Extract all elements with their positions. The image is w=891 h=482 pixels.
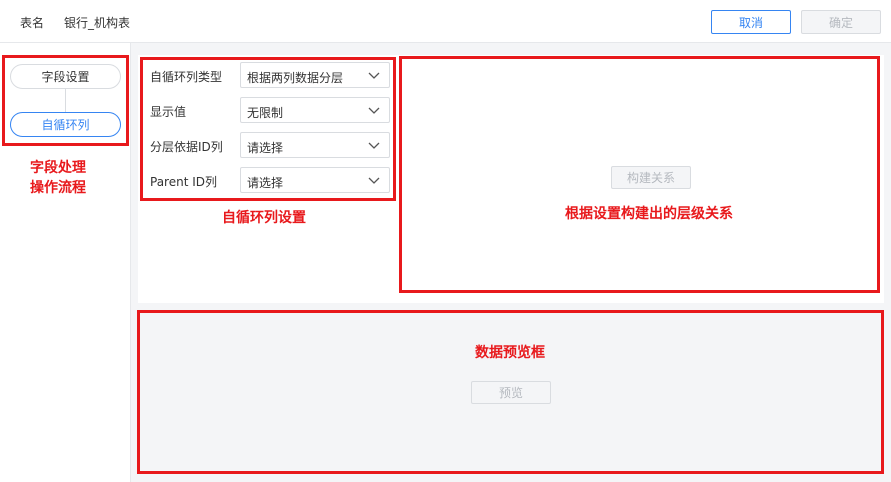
table-name-label: 表名 [20, 16, 45, 30]
annotation-box-config [140, 57, 396, 201]
annotation-box-relation [399, 56, 880, 293]
confirm-button[interactable]: 确定 [801, 10, 881, 34]
annotation-relation: 根据设置构建出的层级关系 [565, 206, 733, 222]
cancel-button[interactable]: 取消 [711, 10, 791, 34]
annotation-box-steps [2, 55, 129, 146]
annotation-box-preview [137, 310, 884, 474]
annotation-flow-line2: 操作流程 [30, 180, 86, 196]
annotation-flow-line1: 字段处理 [30, 160, 86, 176]
annotation-config: 自循环列设置 [222, 210, 306, 226]
header-bar: 表名 银行_机构表 取消 确定 [0, 0, 891, 43]
annotation-preview: 数据预览框 [475, 345, 545, 361]
table-name-value: 银行_机构表 [64, 16, 131, 30]
